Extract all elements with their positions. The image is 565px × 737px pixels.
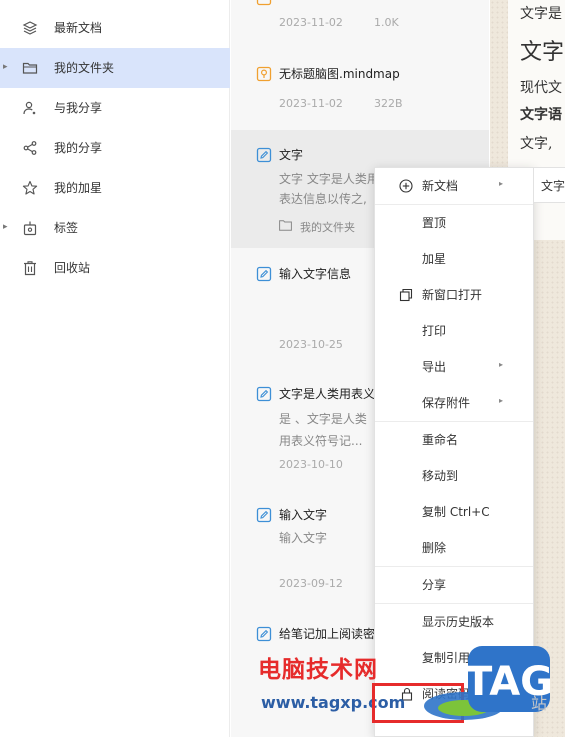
sidebar-item-label: 回收站 <box>54 261 91 275</box>
note-size: 1.0K <box>374 16 399 29</box>
note-title: 文字 <box>279 148 304 162</box>
chevron-right-icon: ▸ <box>499 360 504 369</box>
sidebar-item-my-shares[interactable]: 我的分享 <box>0 128 230 168</box>
menu-item-save-attachment[interactable]: 保存附件 ▸ <box>375 385 533 421</box>
plus-circle-icon <box>399 179 413 193</box>
menu-item-label: 置顶 <box>422 216 447 230</box>
note-icon <box>256 386 272 402</box>
menu-item-new-document[interactable]: 新文档 ▸ <box>375 168 533 204</box>
mindmap-icon <box>256 66 272 82</box>
note-item[interactable]: 无标题脑图.mindmap 2023-11-02 322B <box>231 45 489 130</box>
layers-icon <box>22 21 38 35</box>
sidebar-item-shared-with-me[interactable]: 与我分享 <box>0 88 230 128</box>
menu-item-label: 删除 <box>422 541 447 555</box>
editor-text-line: 文字, <box>520 136 553 152</box>
new-window-icon <box>399 288 413 302</box>
chevron-right-icon: ▸ <box>499 396 504 405</box>
chevron-right-icon[interactable]: ▸ <box>3 62 8 72</box>
menu-item-label: 导出 <box>422 360 447 374</box>
mindmap-icon <box>256 0 272 6</box>
menu-item-move-to[interactable]: 移动到 <box>375 458 533 494</box>
menu-item-export[interactable]: 导出 ▸ <box>375 349 533 385</box>
note-title: 给笔记加上阅读密 <box>279 627 376 641</box>
note-item[interactable]: 2023-11-02 1.0K <box>231 0 489 45</box>
note-title: 无标题脑图.mindmap <box>279 67 400 81</box>
note-excerpt: 是 、文字是人类 <box>279 412 367 426</box>
note-date: 2023-11-02 <box>279 97 343 110</box>
menu-item-label: 打印 <box>422 324 447 338</box>
tag-icon <box>23 221 37 236</box>
sidebar-item-latest[interactable]: 最新文档 <box>0 8 230 48</box>
menu-item-print[interactable]: 打印 <box>375 313 533 349</box>
sidebar-item-tags[interactable]: ▸ 标签 <box>0 208 230 248</box>
note-size: 322B <box>374 97 403 110</box>
menu-item-label: 加星 <box>422 252 447 266</box>
menu-item-label: 分享 <box>422 578 447 592</box>
editor-text-line: 现代文 <box>520 80 562 96</box>
menu-item-label: 复制 Ctrl+C <box>422 505 490 519</box>
sidebar-item-trash[interactable]: 回收站 <box>0 248 230 288</box>
note-icon <box>256 507 272 523</box>
note-icon <box>256 626 272 642</box>
note-date: 2023-09-12 <box>279 577 343 590</box>
chevron-right-icon[interactable]: ▸ <box>3 222 8 232</box>
note-icon <box>256 266 272 282</box>
note-date: 2023-11-02 <box>279 16 343 29</box>
watermark-char: 站 <box>531 694 548 713</box>
menu-item-history[interactable]: 显示历史版本 <box>375 604 533 640</box>
editor-text-line: 文字语 <box>520 107 562 123</box>
note-title: 输入文字 <box>279 508 328 522</box>
menu-item-label: 重命名 <box>422 433 459 447</box>
note-date: 2023-10-25 <box>279 338 343 351</box>
share-icon <box>23 141 37 155</box>
star-icon <box>22 180 38 195</box>
note-excerpt: 文字 文字是人类用 <box>279 172 379 186</box>
sidebar-item-my-folder[interactable]: ▸ 我的文件夹 <box>0 48 230 88</box>
menu-item-star[interactable]: 加星 <box>375 241 533 277</box>
note-title: 文字是人类用表义 <box>279 387 376 401</box>
folder-icon <box>279 220 292 231</box>
sidebar-item-label: 最新文档 <box>54 21 103 35</box>
editor-heading: 文字 <box>520 40 565 65</box>
menu-item-label: 新文档 <box>422 179 459 193</box>
note-excerpt: 表达信息以传之, <box>279 192 367 206</box>
menu-item-copy[interactable]: 复制 Ctrl+C <box>375 494 533 530</box>
folder-icon <box>22 62 38 74</box>
note-icon <box>256 147 272 163</box>
note-folder: 我的文件夹 <box>300 221 355 234</box>
sidebar-item-label: 我的加星 <box>54 181 103 195</box>
sidebar-item-label: 标签 <box>54 221 79 235</box>
sidebar: 最新文档 ▸ 我的文件夹 与我分享 我的分享 我的加星 ▸ 标签 回收站 <box>0 0 230 737</box>
note-title: 输入文字信息 <box>279 267 352 281</box>
editor-text-line: 文字是 <box>520 6 562 22</box>
menu-item-label: 保存附件 <box>422 396 471 410</box>
submenu-item-label: 文字 <box>541 179 565 193</box>
sidebar-item-label: 我的文件夹 <box>54 61 115 75</box>
tag-logo-icon: TAG <box>424 646 550 720</box>
sidebar-item-label: 与我分享 <box>54 101 103 115</box>
trash-icon <box>24 261 36 276</box>
menu-item-label: 显示历史版本 <box>422 615 495 629</box>
shared-with-me-icon <box>23 101 36 115</box>
chevron-right-icon: ▸ <box>499 179 504 188</box>
menu-item-rename[interactable]: 重命名 <box>375 422 533 458</box>
menu-item-delete[interactable]: 删除 <box>375 530 533 566</box>
note-date: 2023-10-10 <box>279 458 343 471</box>
sidebar-item-label: 我的分享 <box>54 141 103 155</box>
menu-item-pin[interactable]: 置顶 <box>375 205 533 241</box>
note-excerpt: 用表义符号记... <box>279 434 363 448</box>
submenu-new-document[interactable]: 文字 <box>534 167 565 203</box>
sidebar-item-starred[interactable]: 我的加星 <box>0 168 230 208</box>
menu-item-label: 新窗口打开 <box>422 288 483 302</box>
menu-item-label: 移动到 <box>422 469 459 483</box>
menu-item-share[interactable]: 分享 <box>375 567 533 603</box>
watermark-site-name: 电脑技术网 <box>258 657 378 683</box>
note-excerpt: 输入文字 <box>279 531 328 545</box>
menu-item-open-new-window[interactable]: 新窗口打开 <box>375 277 533 313</box>
